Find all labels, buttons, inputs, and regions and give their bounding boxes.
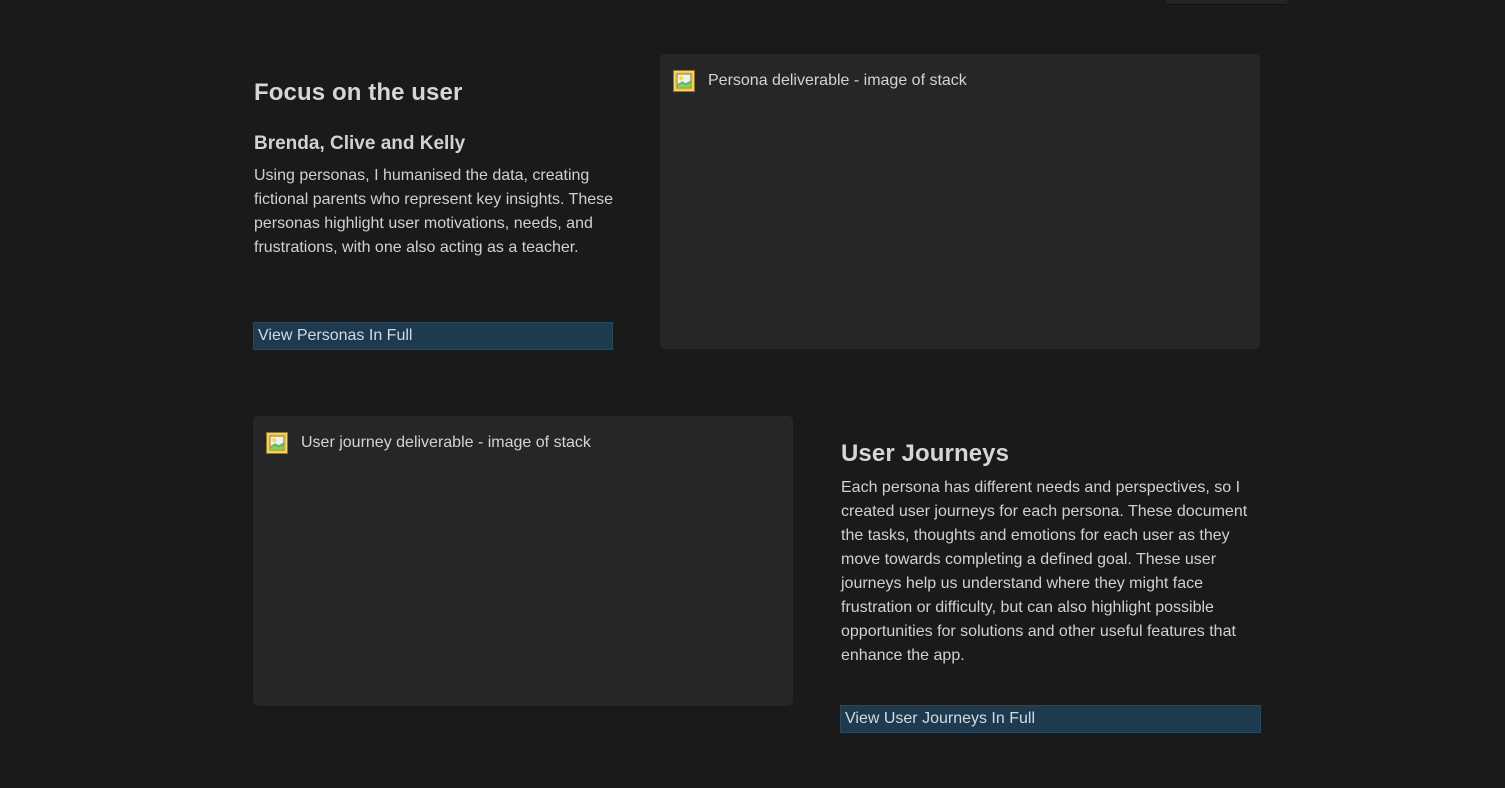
page: Focus on the user Brenda, Clive and Kell… [0,0,1505,788]
user-journey-deliverable-card[interactable]: User journey deliverable - image of stac… [253,416,793,706]
user-journeys-section-title: User Journeys [841,439,1261,469]
framed-picture-icon [673,70,695,92]
user-journey-card-header: User journey deliverable - image of stac… [253,416,793,454]
user-journey-card-label: User journey deliverable - image of stac… [301,434,591,452]
view-personas-button[interactable]: View Personas In Full [253,322,613,350]
persona-deliverable-card[interactable]: Persona deliverable - image of stack [660,54,1260,349]
user-journeys-section-body: Each persona has different needs and per… [841,476,1261,668]
view-user-journeys-button[interactable]: View User Journeys In Full [840,705,1261,733]
personas-section-subtitle: Brenda, Clive and Kelly [254,131,654,156]
persona-card-label: Persona deliverable - image of stack [708,72,967,90]
top-partial-element [1166,0,1287,5]
personas-section-body: Using personas, I humanised the data, cr… [254,164,616,260]
persona-card-header: Persona deliverable - image of stack [660,54,1260,92]
framed-picture-icon [266,432,288,454]
personas-section-title: Focus on the user [254,78,654,108]
